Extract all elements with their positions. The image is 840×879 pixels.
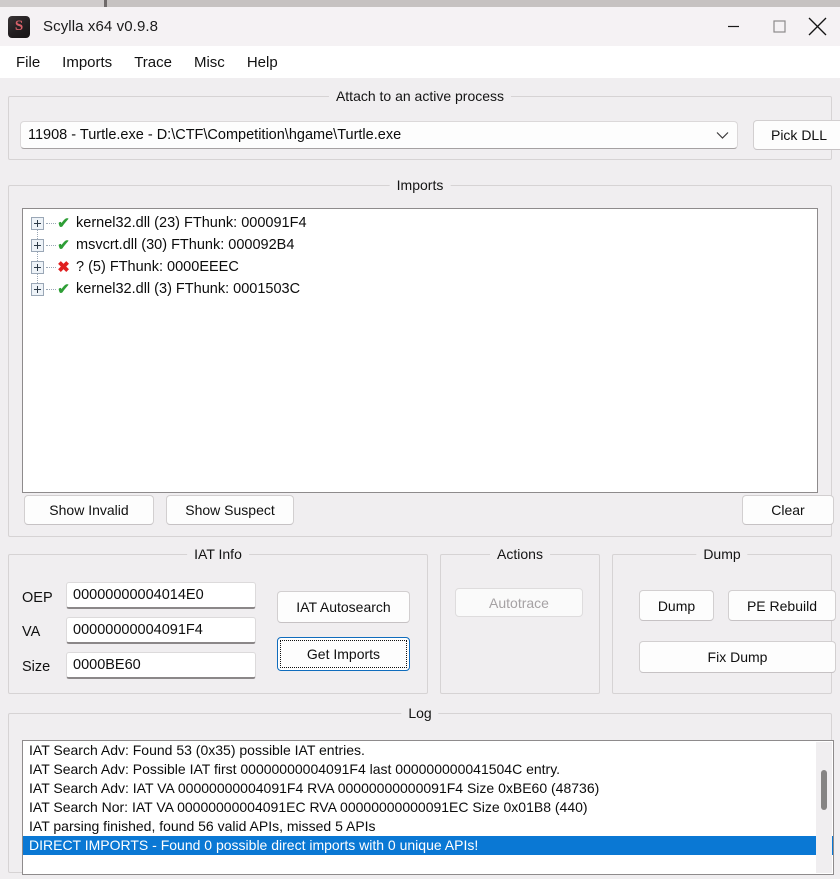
log-line: IAT parsing finished, found 56 valid API… [29, 818, 376, 834]
import-row-label: kernel32.dll (3) FThunk: 0001503C [76, 281, 301, 297]
size-label: Size [22, 659, 51, 675]
log-line-selected[interactable]: DIRECT IMPORTS - Found 0 possible direct… [23, 836, 833, 855]
attach-group-legend: Attach to an active process [328, 88, 512, 104]
window-controls [710, 7, 840, 46]
background-window-edge-divider [104, 0, 107, 7]
oep-field[interactable]: 00000000004014E0 [66, 582, 256, 609]
title-bar: S Scylla x64 v0.9.8 [0, 7, 840, 46]
process-select[interactable]: 11908 - Turtle.exe - D:\CTF\Competition\… [20, 121, 738, 149]
log-output[interactable]: IAT Search Adv: Found 53 (0x35) possible… [22, 740, 834, 875]
va-label: VA [22, 624, 41, 640]
get-imports-button[interactable]: Get Imports [277, 637, 410, 671]
valid-check-icon: ✔ [57, 236, 70, 254]
background-window-edge [0, 0, 840, 7]
clear-button[interactable]: Clear [742, 495, 834, 525]
maximize-button[interactable] [756, 7, 802, 46]
background-window-edge-left [0, 0, 104, 7]
tree-connector-line [37, 223, 38, 289]
log-line: IAT Search Nor: IAT VA 00000000004091EC … [29, 799, 588, 815]
expand-icon[interactable] [31, 282, 44, 296]
fix-dump-button[interactable]: Fix Dump [639, 641, 836, 673]
log-group-legend: Log [401, 705, 439, 721]
tree-connector [46, 244, 56, 246]
close-icon [808, 17, 827, 36]
imports-group-legend: Imports [389, 177, 451, 193]
pe-rebuild-button[interactable]: PE Rebuild [728, 590, 836, 621]
oep-label: OEP [22, 590, 53, 606]
scylla-icon: S [8, 15, 30, 38]
minimize-icon [727, 20, 740, 33]
dump-button[interactable]: Dump [639, 590, 714, 621]
autotrace-button: Autotrace [455, 588, 583, 617]
maximize-icon [772, 20, 786, 33]
expand-icon[interactable] [31, 238, 44, 252]
log-line: IAT Search Adv: Possible IAT first 00000… [29, 761, 561, 777]
scylla-window: S Scylla x64 v0.9.8 File Imports Trace M… [0, 0, 840, 879]
imports-tree[interactable]: ✔ kernel32.dll (23) FThunk: 000091F4 ✔ m… [22, 208, 818, 493]
tree-connector [46, 266, 56, 268]
pick-dll-button[interactable]: Pick DLL [753, 120, 840, 150]
actions-group: Actions [440, 546, 600, 694]
invalid-cross-icon: ✖ [57, 258, 70, 276]
expand-icon[interactable] [31, 260, 44, 274]
table-row[interactable]: ✔ kernel32.dll (3) FThunk: 0001503C [23, 278, 817, 300]
dump-group-legend: Dump [696, 546, 748, 562]
actions-group-legend: Actions [490, 546, 550, 562]
scylla-icon-letter: S [14, 18, 24, 34]
tree-connector [46, 288, 56, 290]
log-scrollbar-thumb[interactable] [821, 770, 827, 810]
table-row[interactable]: ✖ ? (5) FThunk: 0000EEEC [23, 256, 817, 278]
valid-check-icon: ✔ [57, 280, 70, 298]
valid-check-icon: ✔ [57, 214, 70, 232]
import-row-label: kernel32.dll (23) FThunk: 000091F4 [76, 215, 307, 231]
menu-item-misc[interactable]: Misc [184, 51, 235, 74]
chevron-down-icon [707, 131, 737, 140]
dump-group: Dump [612, 546, 832, 694]
iat-info-group-legend: IAT Info [187, 546, 249, 562]
close-button[interactable] [802, 7, 840, 46]
show-suspect-button[interactable]: Show Suspect [166, 495, 294, 525]
iat-autosearch-button[interactable]: IAT Autosearch [277, 591, 410, 623]
menu-bar: File Imports Trace Misc Help [0, 46, 840, 78]
import-row-label: ? (5) FThunk: 0000EEEC [76, 259, 239, 275]
menu-item-imports[interactable]: Imports [52, 51, 122, 74]
tree-connector [46, 222, 56, 224]
menu-item-help[interactable]: Help [237, 51, 288, 74]
menu-item-trace[interactable]: Trace [124, 51, 182, 74]
va-field[interactable]: 00000000004091F4 [66, 617, 256, 644]
minimize-button[interactable] [710, 7, 756, 46]
size-field[interactable]: 0000BE60 [66, 652, 256, 679]
log-scrollbar[interactable] [816, 742, 832, 873]
log-line: IAT Search Adv: Found 53 (0x35) possible… [29, 742, 365, 758]
log-line: IAT Search Adv: IAT VA 00000000004091F4 … [29, 780, 600, 796]
table-row[interactable]: ✔ kernel32.dll (23) FThunk: 000091F4 [23, 212, 817, 234]
process-select-value: 11908 - Turtle.exe - D:\CTF\Competition\… [28, 127, 402, 143]
menu-item-file[interactable]: File [6, 51, 50, 74]
expand-icon[interactable] [31, 216, 44, 230]
window-title: Scylla x64 v0.9.8 [43, 18, 159, 35]
table-row[interactable]: ✔ msvcrt.dll (30) FThunk: 000092B4 [23, 234, 817, 256]
import-row-label: msvcrt.dll (30) FThunk: 000092B4 [76, 237, 295, 253]
show-invalid-button[interactable]: Show Invalid [24, 495, 154, 525]
